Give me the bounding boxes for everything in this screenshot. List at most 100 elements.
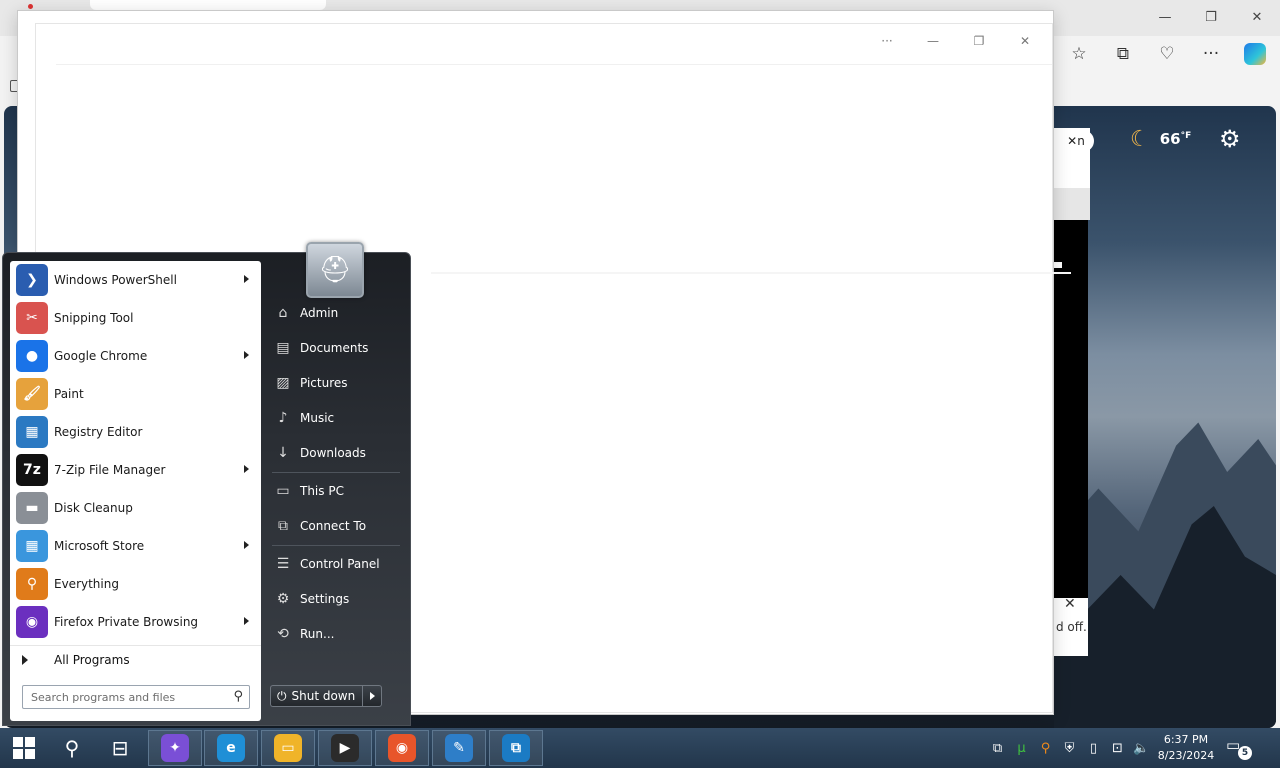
search-icon[interactable]: ⚲ — [52, 728, 92, 768]
start-button[interactable] — [0, 728, 48, 768]
tray-window-icon[interactable]: ⧉ — [988, 739, 1007, 758]
program-item[interactable]: ❯ Windows PowerShell — [10, 261, 261, 299]
usb-icon[interactable]: ▯ — [1084, 739, 1103, 758]
place-item[interactable]: ☰ Control Panel — [266, 546, 406, 581]
search-box[interactable]: ⚲ — [22, 685, 250, 709]
start-menu-places-pane: ⌂ Admin ▤ Documents ▨ Pictures ♪ Music ↓ Download… — [266, 295, 406, 651]
place-label: This PC — [300, 483, 344, 498]
program-item[interactable]: ◉ Firefox Private Browsing — [10, 603, 261, 641]
media-player-app[interactable]: ▶ — [318, 730, 372, 766]
file-explorer-app[interactable]: ▭ — [261, 730, 315, 766]
place-label: Pictures — [300, 375, 348, 390]
maximize-button[interactable]: ❐ — [956, 28, 1002, 54]
collections-icon[interactable]: ⧉ — [1106, 39, 1140, 69]
search-input[interactable] — [31, 690, 221, 704]
close-button[interactable]: ✕ — [1002, 28, 1048, 54]
all-programs-button[interactable]: All Programs — [10, 645, 261, 673]
user-avatar[interactable]: ⛑ — [306, 242, 364, 298]
chevron-right-icon[interactable] — [244, 541, 249, 549]
program-label: Registry Editor — [54, 425, 143, 439]
place-item[interactable]: ▨ Pictures — [266, 365, 406, 400]
shutdown-options-button[interactable] — [362, 685, 382, 707]
edge-app[interactable]: e — [204, 730, 258, 766]
documents-icon: ▤ — [276, 339, 290, 356]
remote-desktop-icon: ⧉ — [502, 734, 530, 762]
browser-toolbar: ☆ ⧉ ♡ ··· — [1062, 38, 1272, 70]
place-item[interactable]: ▭ This PC — [266, 473, 406, 508]
place-item[interactable]: ▤ Documents — [266, 330, 406, 365]
place-item[interactable]: ⧉ Connect To — [266, 508, 406, 543]
browser-essentials-icon[interactable]: ♡ — [1150, 39, 1184, 69]
firefox-app[interactable]: ◉ — [375, 730, 429, 766]
program-item[interactable]: ⚲ Everything — [10, 565, 261, 603]
program-item[interactable]: ✂ Snipping Tool — [10, 299, 261, 337]
chevron-right-icon[interactable] — [244, 275, 249, 283]
minimize-button[interactable]: — — [910, 28, 956, 54]
gear-icon[interactable]: ⚙ — [1219, 125, 1241, 153]
weather-temperature: 66 — [1159, 130, 1181, 148]
program-label: Windows PowerShell — [54, 273, 177, 287]
program-label: Google Chrome — [54, 349, 148, 363]
utorrent-icon[interactable]: µ — [1012, 739, 1031, 758]
more-icon[interactable]: ··· — [1194, 39, 1228, 69]
favorites-star-icon[interactable]: ☆ — [1062, 39, 1096, 69]
network-icon[interactable]: ⊡ — [1108, 739, 1127, 758]
remote-desktop-app[interactable]: ⧉ — [489, 730, 543, 766]
place-item[interactable]: ⌂ Admin — [266, 295, 406, 330]
chevron-right-icon[interactable] — [244, 351, 249, 359]
chevron-right-icon[interactable] — [244, 465, 249, 473]
browser-tab[interactable] — [90, 0, 326, 10]
everything-search-icon: ⚲ — [16, 568, 48, 600]
program-item[interactable]: 🖌 Paint — [10, 375, 261, 413]
program-label: Paint — [54, 387, 84, 401]
program-item[interactable]: ▦ Microsoft Store — [10, 527, 261, 565]
shutdown-button[interactable]: ⏻ Shut down — [270, 685, 362, 707]
program-item[interactable]: ▬ Disk Cleanup — [10, 489, 261, 527]
program-item[interactable]: ▦ Registry Editor — [10, 413, 261, 451]
minimize-button[interactable]: — — [1142, 0, 1188, 34]
app-window-controls: ··· — ❐ ✕ — [864, 28, 1048, 54]
copilot-icon: ✦ — [161, 734, 189, 762]
registry-editor-icon: ▦ — [16, 416, 48, 448]
windows-security-icon[interactable]: ⛨ — [1060, 739, 1079, 758]
paint-app[interactable]: ✎ — [432, 730, 486, 766]
close-button[interactable]: ✕ — [1234, 0, 1280, 34]
microsoft-store-icon: ▦ — [16, 530, 48, 562]
weather-widget[interactable]: ☾ 66°F — [1130, 123, 1191, 155]
disk-cleanup-icon: ▬ — [16, 492, 48, 524]
restore-button[interactable]: ❐ — [1188, 0, 1234, 34]
run-icon: ⟲ — [277, 625, 289, 642]
task-view-icon[interactable]: ⊟ — [100, 728, 140, 768]
place-item[interactable]: ↓ Downloads — [266, 435, 406, 470]
place-label: Connect To — [300, 518, 367, 533]
edge-icon: e — [217, 734, 245, 762]
notification-count: 5 — [1238, 746, 1252, 760]
program-item[interactable]: 7z 7-Zip File Manager — [10, 451, 261, 489]
volume-muted-icon[interactable]: 🔈 — [1132, 739, 1151, 758]
search-icon[interactable]: ⚲ — [233, 689, 243, 704]
browser-window-controls: — ❐ ✕ — [1142, 0, 1280, 34]
place-item[interactable]: ⟲ Run... — [266, 616, 406, 651]
music-icon: ♪ — [278, 409, 288, 426]
place-item[interactable]: ⚙ Settings — [266, 581, 406, 616]
search-everything-icon[interactable]: ⚲ — [1036, 739, 1055, 758]
chip-close-button[interactable]: ✕ n — [1058, 130, 1094, 152]
copilot-icon[interactable] — [1238, 39, 1272, 69]
close-icon[interactable]: ✕ — [1064, 596, 1076, 612]
pictures-icon: ▨ — [276, 374, 290, 391]
more-options-button[interactable]: ··· — [864, 28, 910, 54]
clock-date: 8/23/2024 — [1157, 749, 1215, 762]
downloads-icon: ↓ — [277, 444, 289, 461]
notification-center-icon[interactable]: ▭ 5 — [1226, 736, 1252, 760]
program-item[interactable]: ● Google Chrome — [10, 337, 261, 375]
start-menu-programs-pane: ❯ Windows PowerShell ✂ Snipping Tool ● Google… — [10, 261, 261, 721]
place-item[interactable]: ♪ Music — [266, 400, 406, 435]
snipping-tool-icon: ✂ — [16, 302, 48, 334]
taskbar-clock[interactable]: 6:37 PM 8/23/2024 — [1154, 732, 1218, 764]
connect-to-icon: ⧉ — [278, 517, 288, 534]
program-label: Firefox Private Browsing — [54, 615, 199, 629]
powershell-icon: ❯ — [16, 264, 48, 296]
copilot-app[interactable]: ✦ — [148, 730, 202, 766]
chevron-right-icon[interactable] — [244, 617, 249, 625]
background-app-panel: d off. — [1054, 128, 1090, 658]
